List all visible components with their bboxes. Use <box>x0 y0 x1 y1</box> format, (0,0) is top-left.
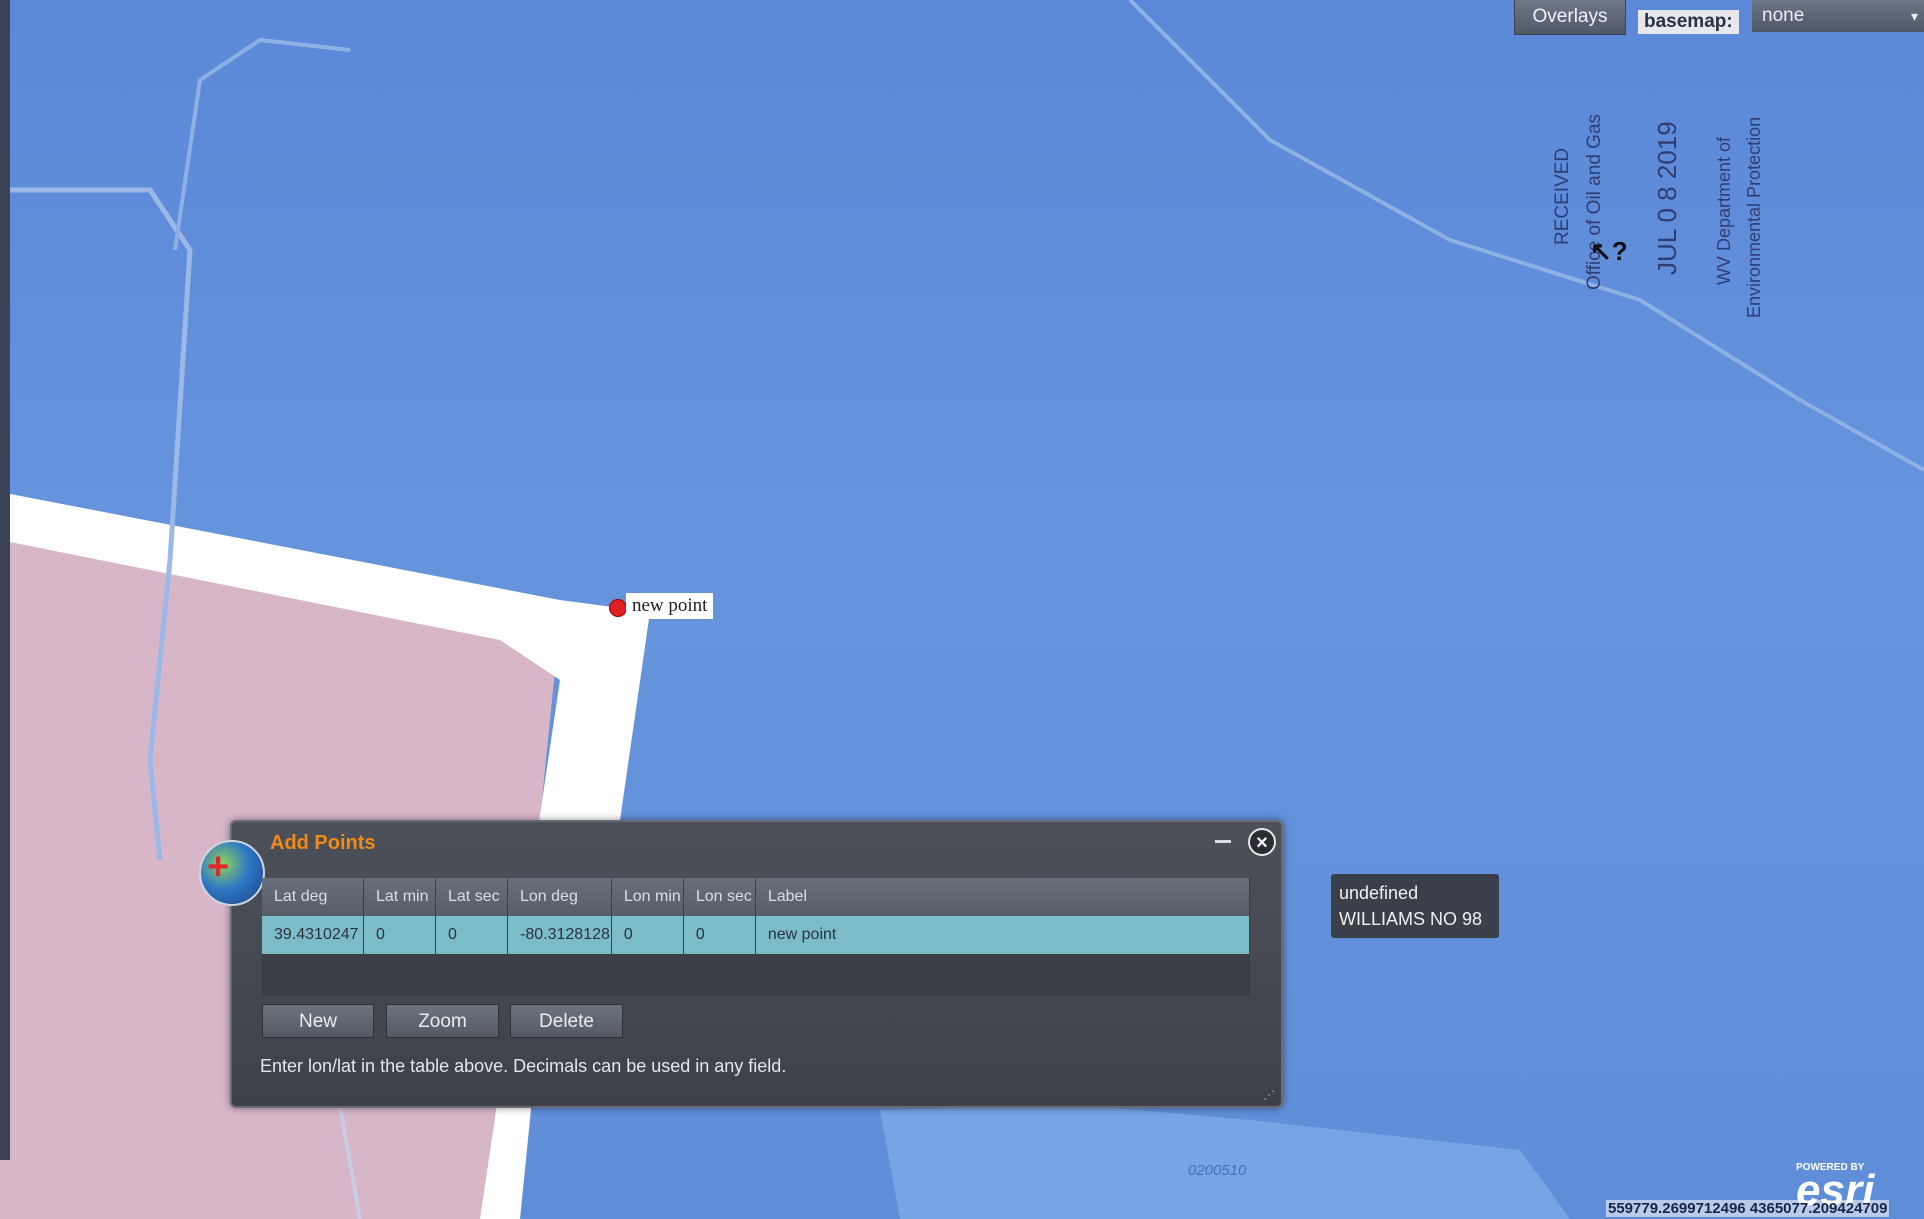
table-cell[interactable] <box>611 954 684 996</box>
delete-button[interactable]: Delete <box>510 1004 623 1038</box>
globe-add-icon: + <box>199 840 265 906</box>
instructions-text: Enter lon/lat in the table above. Decima… <box>260 1056 787 1076</box>
table-cell[interactable] <box>507 954 612 996</box>
faint-road <box>1128 0 1924 472</box>
column-header[interactable]: Lon deg <box>507 878 612 916</box>
overlays-button[interactable]: Overlays <box>1514 0 1626 35</box>
stamp-dept-line1: WV Department of <box>1714 136 1734 285</box>
table-cell[interactable]: 0 <box>683 916 756 955</box>
table-cell[interactable] <box>435 954 508 996</box>
points-table[interactable]: Lat deg Lat min Lat sec Lon deg Lon min … <box>262 878 1251 996</box>
point-marker-icon[interactable] <box>609 599 627 617</box>
table-row[interactable]: 39.4310247 0 0 -80.3128128 0 0 new point <box>262 916 1251 955</box>
table-header-row: Lat deg Lat min Lat sec Lon deg Lon min … <box>262 878 1251 916</box>
road-label: 0200510 <box>1188 1162 1247 1179</box>
chevron-down-icon: ▾ <box>1910 8 1918 24</box>
column-header[interactable]: Lat sec <box>435 878 508 916</box>
column-header[interactable]: Lon sec <box>683 878 756 916</box>
minimize-button[interactable] <box>1215 840 1231 843</box>
table-cell[interactable]: 0 <box>363 916 436 955</box>
table-cell[interactable] <box>363 954 436 996</box>
table-cell[interactable]: 39.4310247 <box>262 916 364 955</box>
coordinate-readout: 559779.2699712496 4365077.209424709 <box>1606 1200 1890 1217</box>
close-icon[interactable]: × <box>1248 828 1276 856</box>
stamp-received: RECEIVED <box>1552 147 1573 245</box>
table-row-empty[interactable] <box>262 954 1251 996</box>
tooltip-line2: WILLIAMS NO 98 <box>1339 909 1483 929</box>
basemap-select[interactable]: none ▾ <box>1752 0 1924 32</box>
resize-grip-icon[interactable]: ⋰ <box>1263 1088 1277 1102</box>
point-label: new point <box>626 593 714 619</box>
table-cell[interactable]: -80.3128128 <box>507 916 612 955</box>
faint-road <box>173 37 351 251</box>
column-header[interactable]: Lat deg <box>262 878 364 916</box>
column-header[interactable]: Label <box>755 878 1251 916</box>
dialog-title: Add Points <box>270 832 376 854</box>
zoom-button[interactable]: Zoom <box>386 1004 499 1038</box>
table-cell[interactable]: new point <box>755 916 1251 955</box>
feature-tooltip: undefined WILLIAMS NO 98 <box>1331 874 1499 938</box>
column-header[interactable]: Lat min <box>363 878 436 916</box>
table-cell[interactable] <box>683 954 756 996</box>
table-cell[interactable]: 0 <box>435 916 508 955</box>
table-cell[interactable]: 0 <box>611 916 684 955</box>
tooltip-line1: undefined <box>1339 883 1419 903</box>
help-cursor-icon: ↖? <box>1590 236 1628 266</box>
basemap-label: basemap: <box>1638 10 1739 34</box>
table-cell[interactable] <box>755 954 1251 996</box>
table-cell[interactable] <box>262 954 364 996</box>
left-panel-edge <box>0 0 10 1160</box>
add-points-dialog[interactable]: + Add Points × Lat deg Lat min Lat sec L… <box>199 820 1283 1108</box>
stamp-dept-line2: Environmental Protection <box>1744 116 1764 318</box>
basemap-value: none <box>1762 5 1805 26</box>
stamp-date: JUL 0 8 2019 <box>1652 121 1682 275</box>
new-button[interactable]: New <box>262 1004 374 1038</box>
column-header[interactable]: Lon min <box>611 878 684 916</box>
